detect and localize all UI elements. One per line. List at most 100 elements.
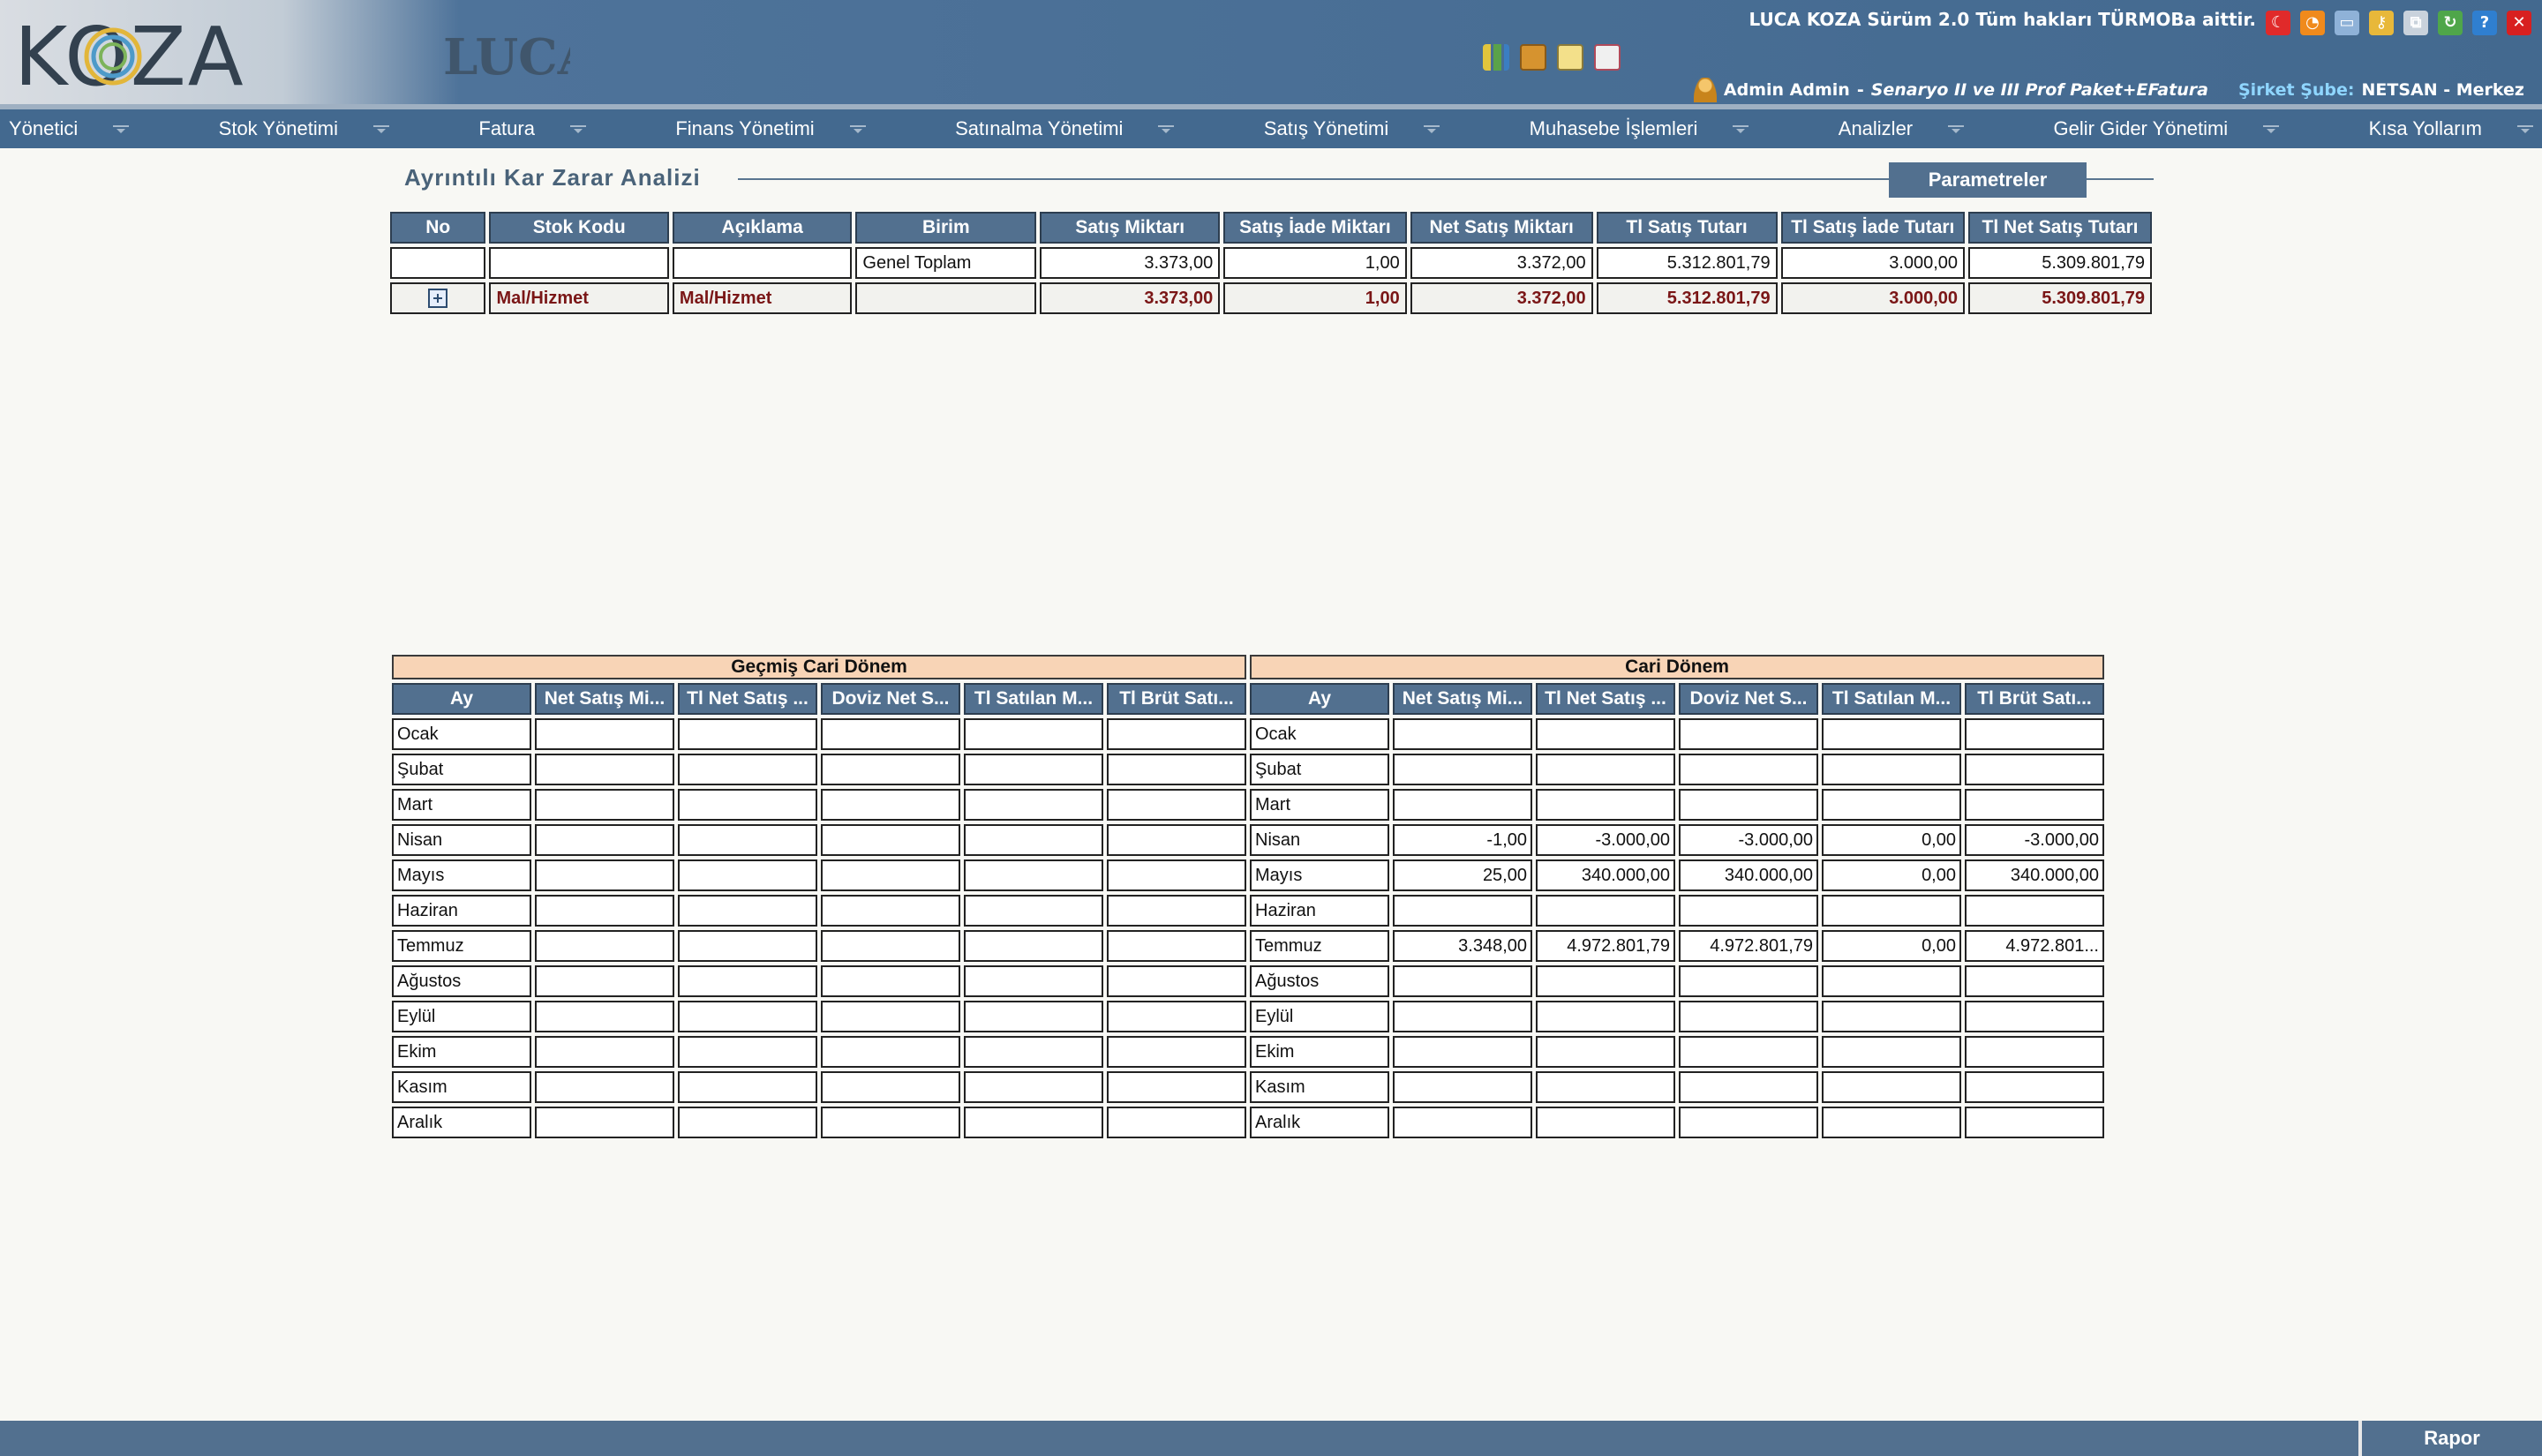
column-header[interactable]: Tl Satış İade Tutarı — [1780, 212, 1966, 244]
table-cell — [821, 1071, 960, 1103]
close-icon[interactable]: ✕ — [2507, 11, 2531, 35]
table-cell — [1393, 1107, 1532, 1138]
flag-tr-icon[interactable]: ☾ — [2266, 11, 2290, 35]
presentation-icon[interactable] — [1594, 44, 1621, 71]
menu-fatura[interactable]: Fatura — [478, 117, 586, 140]
column-header[interactable]: Ay — [1250, 683, 1389, 715]
column-header[interactable]: Doviz Net S... — [1679, 683, 1818, 715]
month-row[interactable]: Kasım Kasım — [392, 1071, 2104, 1103]
column-header[interactable]: Tl Net Satış ... — [1536, 683, 1675, 715]
document-image-icon[interactable] — [1557, 44, 1583, 71]
table-cell — [535, 1001, 674, 1032]
menu-satinalma-yonetimi[interactable]: Satınalma Yönetimi — [955, 117, 1175, 140]
column-header[interactable]: Tl Brüt Satı... — [1965, 683, 2104, 715]
menu-label: Finans Yönetimi — [675, 117, 815, 139]
month-row[interactable]: Eylül Eylül — [392, 1001, 2104, 1032]
table-cell — [1679, 754, 1818, 785]
menu-muhasebe-islemleri[interactable]: Muhasebe İşlemleri — [1530, 117, 1749, 140]
menu-analizler[interactable]: Analizler — [1839, 117, 1965, 140]
table-cell — [821, 1036, 960, 1068]
month-row[interactable]: Aralık Aralık — [392, 1107, 2104, 1138]
column-header[interactable]: Tl Net Satış ... — [678, 683, 817, 715]
column-header[interactable]: Tl Satılan M... — [1822, 683, 1961, 715]
toolbar-icons — [1483, 44, 1621, 71]
column-header[interactable]: Net Satış Mi... — [535, 683, 674, 715]
column-header[interactable]: Satış Miktarı — [1040, 212, 1221, 244]
report-button[interactable]: Rapor — [2362, 1421, 2542, 1456]
table-cell — [1822, 1071, 1961, 1103]
total-row[interactable]: Genel Toplam 3.373,00 1,00 3.372,00 5.31… — [390, 247, 2152, 279]
table-cell: 3.372,00 — [1410, 282, 1593, 314]
month-row[interactable]: Şubat Şubat — [392, 754, 2104, 785]
column-header[interactable]: Tl Net Satış Tutarı — [1968, 212, 2152, 244]
table-cell — [964, 789, 1103, 821]
table-cell — [1536, 965, 1675, 997]
menu-yonetici[interactable]: Yönetici — [9, 117, 130, 140]
table-cell — [1107, 1001, 1246, 1032]
parameters-button[interactable]: Parametreler — [1889, 162, 2087, 198]
box-icon[interactable] — [1520, 44, 1546, 71]
table-cell — [1393, 1036, 1532, 1068]
rss-icon[interactable]: ◔ — [2300, 11, 2325, 35]
expand-icon[interactable] — [428, 289, 448, 309]
month-row[interactable]: Ekim Ekim — [392, 1036, 2104, 1068]
month-row[interactable]: Nisan Nisan -1,00 -3.000,00 -3.000,00 0,00 -3.… — [392, 824, 2104, 856]
table-cell — [1393, 754, 1532, 785]
main-menu: Yönetici Stok Yönetimi Fatura Finans Yön… — [0, 109, 2542, 148]
table-cell — [1393, 789, 1532, 821]
table-cell: 3.000,00 — [1780, 282, 1966, 314]
column-header[interactable]: Ay — [392, 683, 531, 715]
month-row[interactable]: Mart Mart — [392, 789, 2104, 821]
menu-label: Kısa Yollarım — [2368, 117, 2482, 139]
table-cell — [1679, 965, 1818, 997]
group-row[interactable]: Mal/Hizmet Mal/Hizmet 3.373,00 1,00 3.37… — [390, 282, 2152, 314]
copy-icon[interactable]: ⧉ — [2403, 11, 2428, 35]
menu-kisa-yollarim[interactable]: Kısa Yollarım — [2369, 117, 2533, 140]
column-header[interactable]: Tl Satılan M... — [964, 683, 1103, 715]
branch-value[interactable]: NETSAN - Merkez — [2362, 80, 2524, 100]
window-icon[interactable]: ▭ — [2335, 11, 2359, 35]
column-header[interactable]: Net Satış Miktarı — [1410, 212, 1593, 244]
column-header[interactable]: Açıklama — [672, 212, 853, 244]
column-header[interactable]: Tl Satış Tutarı — [1596, 212, 1778, 244]
table-cell — [964, 859, 1103, 891]
column-header[interactable]: Birim — [855, 212, 1037, 244]
column-header[interactable]: Satış İade Miktarı — [1223, 212, 1407, 244]
menu-stok-yonetimi[interactable]: Stok Yönetimi — [219, 117, 389, 140]
month-row[interactable]: Ocak Ocak — [392, 718, 2104, 750]
chevron-down-icon — [1733, 124, 1749, 133]
table-cell — [821, 789, 960, 821]
table-cell: Ağustos — [1250, 965, 1389, 997]
table-cell — [390, 282, 486, 314]
key-icon[interactable]: ⚷ — [2369, 11, 2394, 35]
month-row[interactable]: Temmuz Temmuz 3.348,00 4.972.801,79 4.972.80… — [392, 930, 2104, 962]
analysis-grid: No Stok Kodu Açıklama Birim Satış Miktar… — [390, 212, 2155, 321]
menu-finans-yonetimi[interactable]: Finans Yönetimi — [675, 117, 866, 140]
table-cell — [964, 824, 1103, 856]
table-cell — [1536, 1071, 1675, 1103]
column-header[interactable]: Net Satış Mi... — [1393, 683, 1532, 715]
column-header[interactable]: Doviz Net S... — [821, 683, 960, 715]
menu-satis-yonetimi[interactable]: Satış Yönetimi — [1264, 117, 1440, 140]
table-cell — [855, 282, 1037, 314]
column-header[interactable]: No — [390, 212, 486, 244]
help-icon[interactable]: ? — [2472, 11, 2497, 35]
table-cell: Şubat — [1250, 754, 1389, 785]
table-cell — [1965, 1107, 2104, 1138]
refresh-icon[interactable]: ↻ — [2438, 11, 2463, 35]
table-cell — [390, 247, 486, 279]
footer-bar: Rapor — [0, 1421, 2542, 1456]
table-cell — [964, 1001, 1103, 1032]
table-cell — [821, 1001, 960, 1032]
menu-gelir-gider-yonetimi[interactable]: Gelir Gider Yönetimi — [2054, 117, 2280, 140]
table-cell — [1536, 718, 1675, 750]
month-row[interactable]: Haziran Haziran — [392, 895, 2104, 927]
table-cell: Ağustos — [392, 965, 531, 997]
table-cell — [1679, 1071, 1818, 1103]
column-header[interactable]: Tl Brüt Satı... — [1107, 683, 1246, 715]
month-row[interactable]: Mayıs Mayıs 25,00 340.000,00 340.000,00 0,00 3… — [392, 859, 2104, 891]
column-header[interactable]: Stok Kodu — [489, 212, 669, 244]
month-row[interactable]: Ağustos Ağustos — [392, 965, 2104, 997]
chart-icon[interactable] — [1483, 44, 1509, 71]
monthly-header-row: Ay Net Satış Mi... Tl Net Satış ... Dovi… — [392, 683, 2104, 715]
